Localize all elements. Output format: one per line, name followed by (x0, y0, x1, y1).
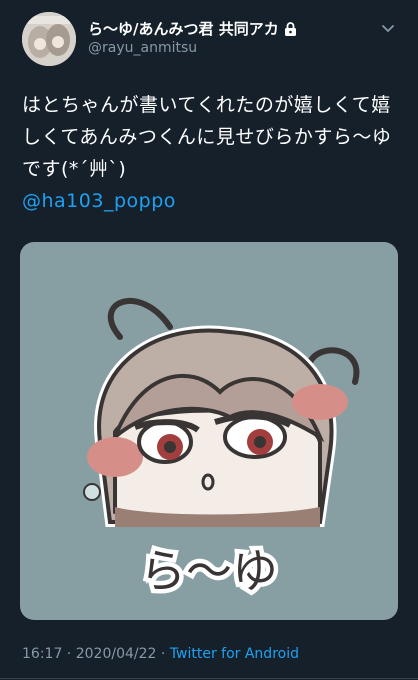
divider (0, 678, 418, 679)
chevron-down-icon[interactable] (380, 20, 396, 36)
display-name: ら〜ゆ/あんみつ君 共同アカ (88, 20, 279, 38)
illustration-caption: ら〜ゆ (140, 544, 278, 598)
tweet-source-link[interactable]: Twitter for Android (170, 646, 299, 662)
avatar[interactable] (22, 12, 76, 66)
tweet-time: 16:17 (22, 646, 63, 662)
tweet-image[interactable]: ら〜ゆ ら〜ゆ (20, 242, 398, 620)
lock-icon (284, 21, 296, 36)
mention-link[interactable]: @ha103_poppo (22, 185, 402, 217)
meta-separator: · (62, 646, 76, 662)
chibi-illustration: ら〜ゆ ら〜ゆ (83, 298, 360, 603)
tweet-text: はとちゃんが書いてくれたのが嬉しくて嬉しくてあんみつくんに見せびらかすら〜ゆです… (22, 94, 392, 180)
tweet-body: はとちゃんが書いてくれたのが嬉しくて嬉しくてあんみつくんに見せびらかすら〜ゆです… (22, 89, 402, 217)
tweet-date: 2020/04/22 (75, 646, 157, 662)
meta-separator-2: · (156, 646, 170, 662)
tweet-meta: 16:17 · 2020/04/22 · Twitter for Android (22, 646, 299, 662)
author-name[interactable]: ら〜ゆ/あんみつ君 共同アカ (88, 18, 297, 39)
author-handle[interactable]: @rayu_anmitsu (88, 40, 197, 56)
